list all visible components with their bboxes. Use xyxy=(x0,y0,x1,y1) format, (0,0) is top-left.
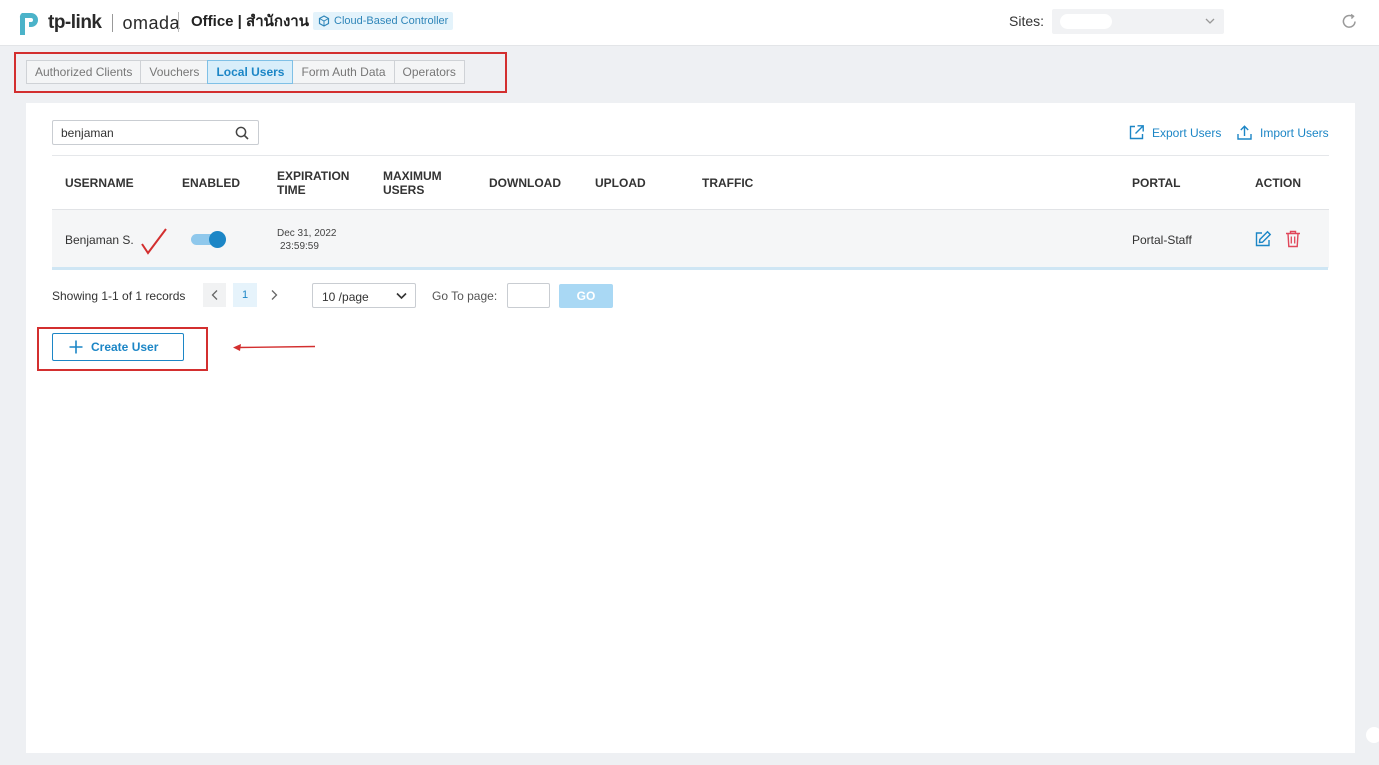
scroll-corner xyxy=(1366,727,1379,743)
column-header-expiration-time: EXPIRATION TIME xyxy=(277,169,350,197)
sites-select[interactable] xyxy=(1052,9,1224,34)
tab-vouchers[interactable]: Vouchers xyxy=(140,60,209,84)
cloud-controller-badge: Cloud-Based Controller xyxy=(313,12,454,30)
row-expiration-time: 23:59:59 xyxy=(280,241,319,252)
arrow-annotation-icon xyxy=(233,344,316,351)
column-header-maximum-users: MAXIMUM USERS xyxy=(383,169,442,197)
import-icon xyxy=(1237,125,1252,140)
site-title: Office | สำนักงาน xyxy=(178,12,309,32)
local-users-panel: Export Users Import Users USERNAME ENABL… xyxy=(26,103,1355,753)
top-header: tp-link omada Office | สำนักงาน Cloud-Ba… xyxy=(0,0,1379,46)
export-icon xyxy=(1129,125,1144,140)
table-row-selection-bar xyxy=(52,267,1328,270)
chevron-down-icon xyxy=(1205,18,1215,24)
records-count: Showing 1-1 of 1 records xyxy=(52,289,186,303)
column-header-upload: UPLOAD xyxy=(595,176,646,190)
delete-icon[interactable] xyxy=(1285,230,1301,248)
cloud-controller-label: Cloud-Based Controller xyxy=(334,15,449,27)
per-page-select[interactable]: 10 /page xyxy=(312,283,416,308)
goto-page-input[interactable] xyxy=(507,283,550,308)
toggle-knob xyxy=(209,231,226,248)
cloud-controller-icon xyxy=(318,15,330,27)
chevron-right-icon xyxy=(271,290,277,300)
product-name: omada xyxy=(122,12,181,33)
next-page-button[interactable] xyxy=(262,283,285,307)
column-header-username: USERNAME xyxy=(65,176,134,190)
go-button[interactable]: GO xyxy=(559,284,613,308)
export-users-button[interactable]: Export Users xyxy=(1128,124,1221,141)
column-header-download: DOWNLOAD xyxy=(489,176,561,190)
row-expiration-date: Dec 31, 2022 xyxy=(277,228,337,239)
refresh-icon[interactable] xyxy=(1340,12,1359,31)
page-number-button[interactable]: 1 xyxy=(233,283,257,307)
import-users-label: Import Users xyxy=(1260,125,1329,140)
search-icon[interactable] xyxy=(235,126,249,140)
prev-page-button[interactable] xyxy=(203,283,226,307)
search-box xyxy=(52,120,259,145)
check-mark-annotation-icon xyxy=(141,228,167,255)
toolbar-divider xyxy=(52,155,1329,156)
chevron-left-icon xyxy=(211,290,217,300)
logo-divider xyxy=(111,14,113,32)
tab-authorized-clients[interactable]: Authorized Clients xyxy=(26,60,142,84)
row-portal: Portal-Staff xyxy=(1132,233,1192,247)
row-username: Benjaman S. xyxy=(65,233,134,247)
brand-logo[interactable]: tp-link omada xyxy=(16,8,180,38)
search-input[interactable] xyxy=(61,125,231,141)
import-users-button[interactable]: Import Users xyxy=(1236,124,1329,141)
per-page-value: 10 /page xyxy=(322,290,369,304)
goto-page-label: Go To page: xyxy=(432,289,498,303)
tp-link-logo-icon xyxy=(19,13,38,35)
enabled-toggle[interactable] xyxy=(191,231,226,248)
portal-tabs: Authorized Clients Vouchers Local Users … xyxy=(26,60,465,84)
sites-label: Sites: xyxy=(1009,13,1045,29)
plus-icon xyxy=(69,340,83,354)
create-user-button[interactable]: Create User xyxy=(52,333,184,361)
chevron-down-icon xyxy=(396,292,407,300)
column-header-enabled: ENABLED xyxy=(182,176,241,190)
edit-icon[interactable] xyxy=(1254,230,1272,248)
brand-name: tp-link xyxy=(48,12,102,33)
column-header-portal: PORTAL xyxy=(1132,176,1181,190)
tab-local-users[interactable]: Local Users xyxy=(207,60,294,84)
tab-operators[interactable]: Operators xyxy=(393,60,465,84)
export-users-label: Export Users xyxy=(1152,125,1222,140)
sites-selected-value xyxy=(1060,14,1112,29)
column-header-traffic: TRAFFIC xyxy=(702,176,754,190)
column-header-action: ACTION xyxy=(1255,176,1301,190)
row-expiration: Dec 31, 2022 23:59:59 xyxy=(277,227,337,253)
tab-form-auth-data[interactable]: Form Auth Data xyxy=(292,60,395,84)
create-user-label: Create User xyxy=(91,340,159,354)
